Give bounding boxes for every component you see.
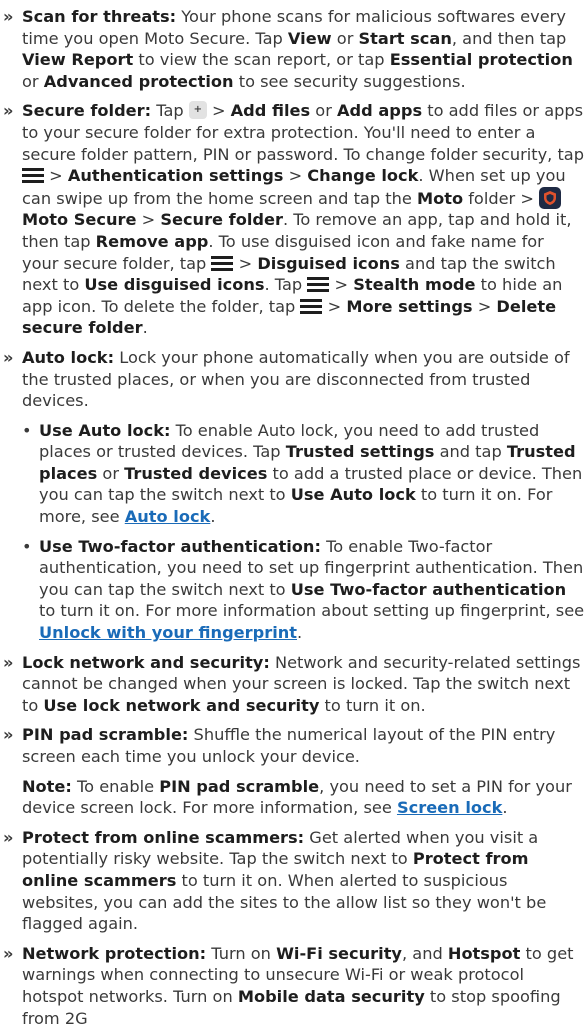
hamburger-menu-icon	[211, 255, 234, 271]
ui-term-pin-pad-scramble: PIN pad scramble	[159, 776, 320, 796]
bullet-dot: •	[22, 420, 32, 440]
ui-term-disguised-icons: Disguised icons	[257, 253, 400, 273]
list-item-network-protection: » Network protection: Turn on Wi-Fi secur…	[0, 943, 587, 1029]
text: >	[233, 253, 258, 273]
text: >	[329, 275, 354, 295]
document: » Scan for threats: Your phone scans for …	[0, 0, 587, 1029]
text: >	[136, 210, 161, 230]
ui-term-essential-protection: Essential protection	[389, 50, 573, 70]
text: , and then tap	[451, 28, 567, 48]
list-marker: »	[3, 101, 14, 121]
ui-term-use-auto-lock: Use Auto lock	[290, 485, 416, 505]
text: to turn it on. For more information abou…	[39, 601, 585, 621]
item-title: Lock network and security:	[22, 652, 270, 672]
text: or	[331, 28, 359, 48]
text: or	[97, 463, 125, 483]
text: to turn it on.	[319, 695, 426, 715]
item-title: Use Auto lock:	[39, 420, 171, 440]
text: >	[472, 296, 497, 316]
list-marker: »	[3, 943, 14, 963]
unlock-fingerprint-link[interactable]: Unlock with your fingerprint	[39, 623, 297, 642]
ui-term-start-scan: Start scan	[358, 28, 452, 48]
auto-lock-link[interactable]: Auto lock	[125, 507, 211, 526]
sub-item-two-factor: • Use Two-factor authentication: To enabl…	[0, 536, 587, 644]
list-item-lock-network: » Lock network and security: Network and …	[0, 652, 587, 717]
sub-item-use-auto-lock: • Use Auto lock: To enable Auto lock, you…	[0, 420, 587, 528]
item-title: Protect from online scammers:	[22, 827, 305, 847]
text: >	[283, 166, 308, 186]
list-marker: »	[3, 7, 14, 26]
list-marker: »	[3, 652, 14, 672]
ui-term-view: View	[287, 28, 332, 48]
ui-term-stealth-mode: Stealth mode	[353, 275, 476, 295]
note-paragraph: Note: To enable PIN pad scramble, you ne…	[0, 776, 587, 819]
list-item-auto-lock: » Auto lock: Lock your phone automaticall…	[0, 347, 587, 412]
ui-term-use-two-factor: Use Two-factor authentication	[290, 579, 567, 599]
list-marker: »	[3, 827, 14, 847]
ui-term-add-apps: Add apps	[337, 101, 423, 121]
ui-term-change-lock: Change lock	[307, 166, 419, 186]
text: to see security suggestions.	[233, 71, 466, 91]
text: or	[310, 101, 338, 121]
list-item-scan-for-threats: » Scan for threats: Your phone scans for …	[0, 6, 587, 92]
text: .	[502, 798, 508, 818]
moto-secure-shield-icon	[539, 186, 562, 209]
item-title: Use Two-factor authentication:	[39, 536, 321, 556]
ui-term-mobile-data-security: Mobile data security	[237, 986, 425, 1006]
text: Turn on	[206, 943, 277, 963]
ui-term-use-lock-network: Use lock network and security	[43, 695, 320, 715]
text: .	[142, 318, 148, 338]
text: . Tap	[264, 275, 308, 295]
ui-term-wifi-security: Wi-Fi security	[276, 943, 402, 963]
text: and tap	[434, 442, 507, 462]
ui-term-authentication-settings: Authentication settings	[67, 166, 284, 186]
text: .	[210, 507, 216, 527]
note-label: Note:	[22, 776, 72, 796]
ui-term-more-settings: More settings	[346, 296, 473, 316]
ui-term-trusted-devices: Trusted devices	[124, 463, 268, 483]
text: to view the scan report, or tap	[133, 50, 390, 70]
ui-term-hotspot: Hotspot	[447, 943, 521, 963]
bullet-dot: •	[22, 536, 32, 556]
ui-term-view-report: View Report	[22, 50, 134, 70]
ui-term-advanced-protection: Advanced protection	[43, 71, 234, 91]
item-title: Network protection:	[22, 943, 207, 963]
ui-term-moto-secure: Moto Secure	[22, 210, 137, 230]
text: To enable	[71, 776, 160, 796]
ui-term-moto: Moto	[416, 188, 464, 208]
ui-term-use-disguised-icons: Use disguised icons	[84, 275, 265, 295]
item-title: Auto lock:	[22, 347, 115, 367]
list-item-online-scammers: » Protect from online scammers: Get alert…	[0, 827, 587, 935]
list-marker: »	[3, 725, 14, 745]
text: >	[44, 166, 68, 186]
item-title: PIN pad scramble:	[22, 725, 189, 745]
hamburger-menu-icon	[300, 298, 323, 314]
list-item-secure-folder: » Secure folder: Tap > Add files or Add a…	[0, 100, 587, 339]
text: .	[297, 623, 303, 643]
text: >	[322, 296, 347, 316]
item-title: Scan for threats:	[22, 7, 177, 26]
hamburger-menu-icon	[22, 168, 44, 184]
item-title: Secure folder:	[22, 101, 152, 121]
ui-term-secure-folder: Secure folder	[160, 210, 283, 230]
text: >	[206, 101, 231, 121]
list-item-pin-pad-scramble: » PIN pad scramble: Shuffle the numerical…	[0, 724, 587, 767]
text: or	[22, 71, 44, 91]
plus-button-icon	[188, 101, 207, 120]
screen-lock-link[interactable]: Screen lock	[397, 798, 502, 817]
text: Tap	[151, 101, 189, 121]
ui-term-trusted-settings: Trusted settings	[285, 442, 435, 462]
text: folder >	[463, 188, 540, 208]
ui-term-add-files: Add files	[230, 101, 311, 121]
ui-term-remove-app: Remove app	[95, 231, 209, 251]
hamburger-menu-icon	[307, 277, 330, 293]
text: , and	[401, 943, 448, 963]
list-marker: »	[3, 347, 14, 367]
